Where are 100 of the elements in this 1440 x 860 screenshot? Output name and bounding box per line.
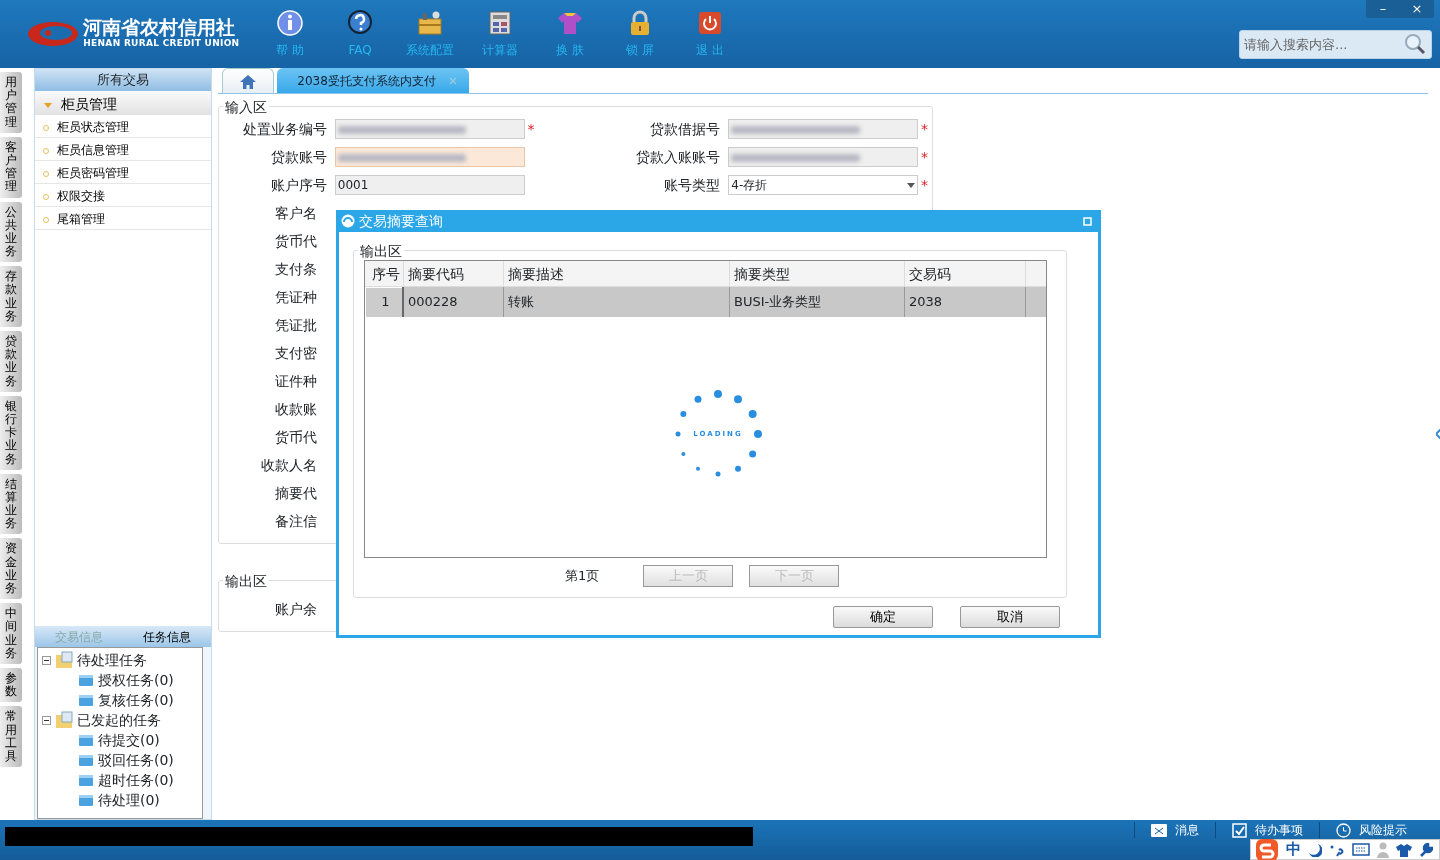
side-tab[interactable]: 中间业务 xyxy=(0,603,22,664)
message-icon xyxy=(1151,823,1167,837)
field-label: 支付密 xyxy=(274,343,318,363)
side-tab[interactable]: 存款业务 xyxy=(0,266,22,327)
input-field[interactable]: 0001 xyxy=(334,175,525,195)
ime-language[interactable]: 中 xyxy=(1286,838,1301,860)
panel-header: 所有交易 xyxy=(35,69,211,91)
required-mark: * xyxy=(921,148,929,165)
field-label: 账户余 xyxy=(274,599,318,619)
info-icon xyxy=(276,9,304,37)
input-field[interactable] xyxy=(728,119,919,139)
chevron-icon xyxy=(1436,428,1440,439)
keyboard-icon[interactable] xyxy=(1352,843,1370,856)
side-tab[interactable]: 资金业务 xyxy=(0,538,22,600)
folder-icon xyxy=(55,651,73,669)
field-label: 收款人名 xyxy=(260,455,318,475)
power-icon xyxy=(696,9,724,37)
tree-item[interactable]: 复核任务(0) xyxy=(98,689,174,711)
field-label: 支付条 xyxy=(274,259,318,279)
tree-item[interactable]: 超时任务(0) xyxy=(98,769,174,791)
cancel-button[interactable]: 取消 xyxy=(960,606,1060,628)
input-field[interactable] xyxy=(728,147,919,167)
search-icon[interactable] xyxy=(1404,32,1426,55)
column-header[interactable]: 序号 xyxy=(365,261,404,286)
minimize-button[interactable]: – xyxy=(1366,0,1400,18)
search-field[interactable]: 请输入搜索内容... xyxy=(1239,29,1432,59)
side-tab[interactable]: 公共业务 xyxy=(0,201,22,263)
field-label: 凭证种 xyxy=(274,287,318,307)
field-label: 货币代 xyxy=(274,231,318,251)
side-tab[interactable]: 常用工具 xyxy=(0,706,22,768)
checkbox-icon xyxy=(1232,822,1247,838)
tree-item[interactable]: 已发起的任务 xyxy=(77,709,161,731)
tree-item[interactable]: 授权任务(0) xyxy=(98,669,174,691)
side-tab[interactable]: 客户管理 xyxy=(0,136,22,198)
side-tab[interactable]: 参数 xyxy=(0,667,22,703)
folder-icon xyxy=(78,753,94,767)
input-field[interactable] xyxy=(334,147,525,167)
side-tab[interactable]: 银行卡业务 xyxy=(0,395,22,470)
field-label: 贷款入账账号 xyxy=(635,147,722,167)
column-header[interactable]: 摘要描述 xyxy=(504,261,730,286)
status-item[interactable]: 风险提示 xyxy=(1319,822,1423,838)
collapse-icon[interactable] xyxy=(42,655,51,665)
table-cell: 2038 xyxy=(905,287,1026,317)
tree-item[interactable]: 驳回任务(0) xyxy=(98,749,174,771)
help-icon xyxy=(346,9,374,37)
dialog-title: 交易摘要查询 xyxy=(359,212,443,231)
table-cell: BUSI-业务类型 xyxy=(730,287,905,317)
folder-icon xyxy=(78,693,94,707)
page-tab[interactable]: 2038受托支付系统内支付 xyxy=(277,68,469,93)
field-label: 摘要代 xyxy=(274,483,318,503)
status-item[interactable]: 消息 xyxy=(1134,822,1215,838)
home-tab[interactable] xyxy=(222,68,274,93)
side-tab[interactable]: 用户管理 xyxy=(0,72,22,133)
field-label: 凭证批 xyxy=(274,315,318,335)
field-label: 账户序号 xyxy=(269,175,328,195)
section-title: 输入区 xyxy=(223,97,269,118)
collapse-icon[interactable] xyxy=(42,715,51,725)
folder-icon xyxy=(78,733,94,747)
wrench-icon[interactable] xyxy=(1419,842,1433,857)
dropdown-icon xyxy=(907,182,916,188)
panel-tab[interactable]: 任务信息 xyxy=(123,626,211,647)
field-label: 货币代 xyxy=(274,427,318,447)
folder-icon xyxy=(78,773,94,787)
menu-group[interactable]: 柜员管理 xyxy=(35,91,211,115)
field-label: 备注信 xyxy=(274,511,318,531)
close-button[interactable]: × xyxy=(1400,0,1434,18)
shirt-icon[interactable] xyxy=(1396,842,1412,857)
required-mark: * xyxy=(921,120,929,137)
logo-title: 河南省农村信用社 xyxy=(83,17,237,37)
moon-icon[interactable] xyxy=(1308,842,1322,857)
folder-icon xyxy=(55,711,73,729)
logo-subtitle: HENAN RURAL CREDIT UNION xyxy=(83,37,240,50)
input-field[interactable] xyxy=(334,119,525,139)
toolbox-icon xyxy=(416,9,444,37)
column-header[interactable]: 交易码 xyxy=(905,261,1026,286)
confirm-button[interactable]: 确定 xyxy=(833,606,933,628)
folder-icon xyxy=(78,793,94,807)
field-label: 贷款借据号 xyxy=(649,119,722,139)
field-label: 证件种 xyxy=(274,371,318,391)
table-cell: 转账 xyxy=(504,287,730,317)
spinner-dots-icon xyxy=(673,389,763,479)
select-field[interactable]: 4-存折 xyxy=(728,175,919,195)
status-item[interactable]: 待办事项 xyxy=(1215,822,1319,838)
tree-item[interactable]: 待处理(0) xyxy=(98,789,160,811)
field-label: 账号类型 xyxy=(663,175,722,195)
column-header[interactable]: 摘要类型 xyxy=(730,261,905,286)
field-label: 贷款账号 xyxy=(269,147,328,167)
page-indicator: 第1页 xyxy=(565,567,600,586)
calculator-icon xyxy=(486,9,514,37)
side-tab[interactable]: 结算业务 xyxy=(0,473,22,535)
table-cell: 000228 xyxy=(404,287,504,317)
maximize-icon[interactable] xyxy=(1083,216,1092,226)
logo-icon xyxy=(26,19,80,49)
table-cell: 1 xyxy=(365,287,404,317)
table-row[interactable]: 1 000228 转账 BUSI-业务类型 2038 xyxy=(365,287,1046,317)
tree-item[interactable]: 待提交(0) xyxy=(98,729,160,751)
column-header[interactable]: 摘要代码 xyxy=(404,261,504,286)
required-mark: * xyxy=(527,120,535,137)
tree-item[interactable]: 待处理任务 xyxy=(77,649,147,671)
side-tab[interactable]: 贷款业务 xyxy=(0,331,22,392)
